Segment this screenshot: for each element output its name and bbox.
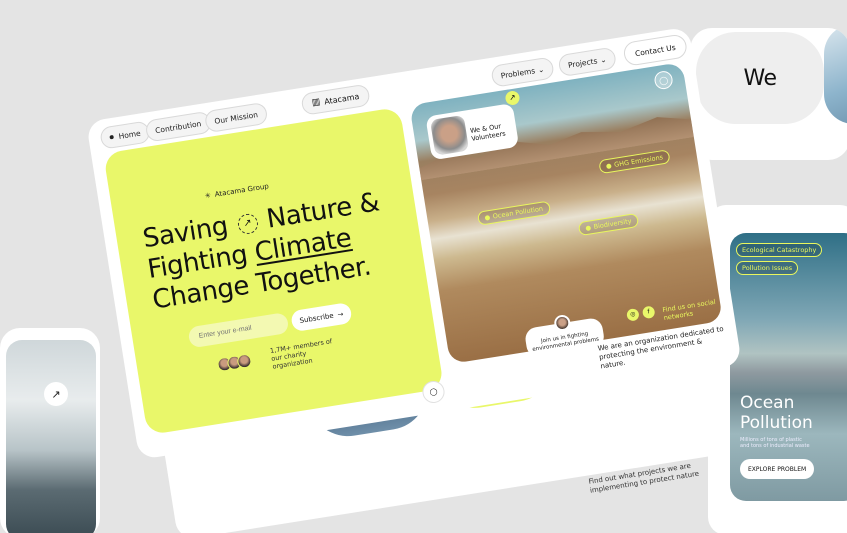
active-dot-icon: [109, 134, 114, 140]
brand-name: Atacama: [323, 91, 360, 106]
chevron-down-icon: ⌄: [537, 64, 545, 75]
tag-label: Biodiversity: [593, 216, 633, 231]
atacama-logo-icon: ▥: [311, 97, 322, 109]
ocean-title: Ocean Pollution: [740, 393, 813, 433]
subscribe-label: Subscribe: [298, 311, 335, 325]
nav-projects-label: Projects: [567, 55, 598, 70]
explore-problem-button[interactable]: EXPLORE PROBLEM: [740, 459, 815, 479]
volunteer-photo: [429, 114, 470, 156]
globe-image: [824, 28, 847, 124]
asterisk-icon: ✳: [204, 191, 212, 201]
arrow-right-icon: →: [336, 309, 344, 319]
arrow-up-right-icon[interactable]: ↗: [44, 382, 68, 406]
ocean-desc: Millions of tons of plastic and tons of …: [740, 437, 810, 449]
volunteers-label: We & Our Volunteers: [469, 122, 507, 143]
ocean-card: Ecological Catastrophy Pollution Issues …: [708, 205, 847, 533]
mountain-image: [6, 340, 96, 533]
chip-ecological: Ecological Catastrophy: [736, 243, 823, 257]
chevron-down-icon: ⌄: [599, 54, 608, 65]
we-heading: We: [696, 32, 824, 124]
we-card: We: [690, 28, 847, 160]
nav-home-label: Home: [117, 128, 142, 141]
ocean-image: Ecological Catastrophy Pollution Issues …: [730, 233, 847, 501]
nav-problems-label: Problems: [500, 65, 536, 80]
chip-pollution: Pollution Issues: [736, 261, 799, 275]
arrow-up-right-icon: ↗: [235, 212, 259, 235]
mountain-card: ↗: [0, 328, 100, 533]
